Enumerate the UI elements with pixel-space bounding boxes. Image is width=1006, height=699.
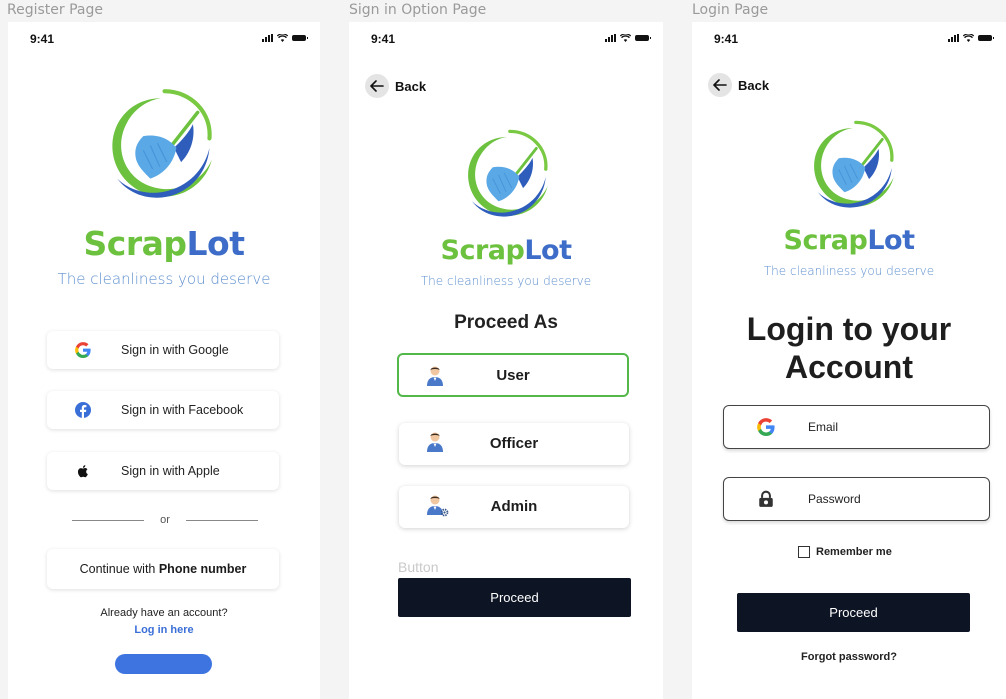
proceed-button[interactable]: Proceed (737, 593, 970, 632)
back-button[interactable]: Back (708, 73, 769, 97)
arrow-left-icon (708, 73, 732, 97)
apple-icon (77, 465, 88, 478)
status-bar: 9:41 (8, 22, 320, 56)
tagline: The cleanliness you deserve (57, 270, 271, 288)
apple-label: Sign in with Apple (121, 464, 220, 478)
login-title: Login to your Account (746, 311, 952, 385)
proceed-as-heading: Proceed As (454, 312, 558, 333)
battery-icon (978, 35, 994, 41)
wifi-icon (277, 34, 288, 42)
google-icon (75, 342, 91, 358)
role-option-officer[interactable]: Officer (399, 423, 629, 465)
continue-phone-button[interactable]: Continue with Phone number (47, 549, 279, 589)
lock-icon (759, 490, 773, 507)
google-icon (757, 418, 775, 436)
email-field[interactable]: Email (723, 405, 990, 449)
frame-label-login: Login Page (692, 2, 769, 18)
status-time: 9:41 (30, 32, 55, 46)
button-caption: Button (398, 559, 439, 575)
signal-icon (605, 34, 616, 42)
frame-label-signin-option: Sign in Option Page (349, 2, 487, 18)
wifi-icon (620, 34, 631, 42)
role-option-user[interactable]: User (397, 353, 629, 397)
scraplot-logo (801, 108, 905, 218)
forgot-password-link[interactable]: Forgot password? (692, 651, 1006, 663)
signal-icon (262, 34, 273, 42)
battery-icon (635, 35, 651, 41)
status-time: 9:41 (714, 32, 739, 46)
status-bar: 9:41 (349, 22, 663, 56)
facebook-label: Sign in with Facebook (121, 403, 244, 417)
scraplot-logo (455, 117, 559, 227)
scraplot-logo (96, 77, 226, 207)
signin-option-screen: 9:41 Back ScrapLot The cleanliness you d… (349, 22, 663, 699)
password-field[interactable]: Password (723, 477, 990, 521)
role-option-admin[interactable]: Admin (399, 486, 629, 528)
tagline: The cleanliness you deserve (763, 264, 935, 278)
email-label: Email (808, 420, 839, 434)
arrow-left-icon (365, 74, 389, 98)
remember-me: Remember me (798, 546, 892, 558)
sign-in-facebook-button[interactable]: Sign in with Facebook (47, 391, 279, 429)
login-screen: 9:41 Back ScrapLot The cleanliness you d… (692, 22, 1006, 699)
password-label: Password (808, 492, 861, 506)
login-link[interactable]: Log in here (8, 624, 320, 636)
google-label: Sign in with Google (121, 343, 229, 357)
register-button[interactable] (115, 654, 212, 674)
brand-name: ScrapLot (83, 224, 245, 263)
brand-name: ScrapLot (440, 235, 573, 266)
battery-icon (292, 35, 308, 41)
sign-in-apple-button[interactable]: Sign in with Apple (47, 452, 279, 490)
status-bar: 9:41 (692, 22, 1006, 56)
brand-name: ScrapLot (783, 225, 916, 256)
tagline: The cleanliness you deserve (420, 274, 592, 288)
register-screen: 9:41 ScrapLot The cleanliness you deserv… (8, 22, 320, 699)
remember-me-checkbox[interactable] (798, 546, 810, 558)
signal-icon (948, 34, 959, 42)
facebook-icon (75, 402, 91, 418)
proceed-button[interactable]: Proceed (398, 578, 631, 617)
wifi-icon (963, 34, 974, 42)
frame-label-register: Register Page (7, 2, 103, 18)
sign-in-google-button[interactable]: Sign in with Google (47, 331, 279, 369)
or-divider: or (72, 513, 258, 529)
have-account-text: Already have an account? (100, 607, 228, 619)
status-time: 9:41 (371, 32, 396, 46)
back-button[interactable]: Back (365, 74, 426, 98)
